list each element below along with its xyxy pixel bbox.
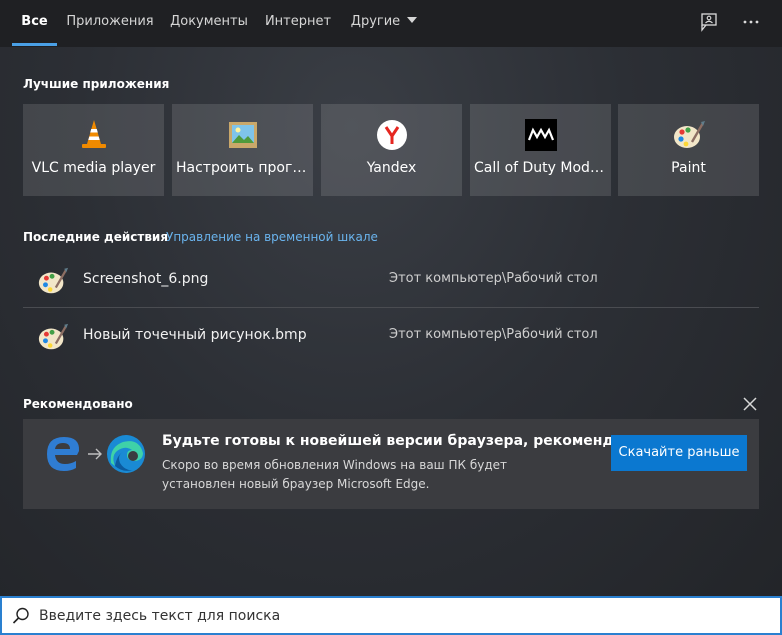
app-tile-customize[interactable]: Настроить прогр... — [172, 104, 313, 196]
edge-icon — [107, 435, 145, 473]
download-early-button[interactable]: Скачайте раньше — [611, 435, 747, 471]
app-tile-call-of-duty[interactable]: Call of Duty Mode... — [470, 104, 611, 196]
app-tile-label: Настроить прогр... — [176, 160, 309, 176]
search-input[interactable] — [39, 603, 759, 629]
recent-activities-title: Последние действия — [23, 230, 169, 244]
search-tabs-bar: Все Приложения Документы Интернет Другие — [0, 0, 782, 47]
recommended-title: Рекомендовано — [23, 397, 133, 411]
tab-other[interactable]: Другие — [346, 0, 422, 47]
recent-item-name: Новый точечный рисунок.bmp — [83, 327, 307, 343]
app-tile-label: Paint — [671, 160, 706, 176]
recommendation-title: Будьте готовы к новейшей версии браузера… — [162, 433, 640, 449]
recommendation-card: Будьте готовы к новейшей версии браузера… — [23, 419, 759, 509]
vlc-icon — [81, 120, 106, 148]
search-bar — [0, 596, 782, 635]
app-tile-yandex[interactable]: Yandex — [321, 104, 462, 196]
tab-all[interactable]: Все — [12, 0, 57, 47]
picture-icon — [228, 122, 257, 148]
feedback-icon[interactable] — [697, 10, 721, 34]
search-icon — [12, 607, 29, 624]
tab-documents[interactable]: Документы — [168, 0, 250, 47]
tab-other-label: Другие — [350, 14, 401, 29]
recent-item-path: Этот компьютер\Рабочий стол — [389, 271, 598, 286]
tab-apps[interactable]: Приложения — [64, 0, 156, 47]
app-tile-vlc[interactable]: VLC media player — [23, 104, 164, 196]
recent-item[interactable]: Новый точечный рисунок.bmp Этот компьюте… — [23, 309, 759, 363]
chevron-down-icon — [407, 17, 418, 23]
app-tile-label: VLC media player — [31, 160, 156, 176]
recent-item-name: Screenshot_6.png — [83, 271, 209, 287]
divider — [23, 307, 759, 308]
tab-internet[interactable]: Интернет — [262, 0, 334, 47]
paint-icon — [38, 323, 69, 350]
paint-icon — [38, 267, 69, 294]
edge-legacy-icon — [47, 437, 80, 471]
app-tile-label: Yandex — [366, 160, 417, 176]
app-tile-label: Call of Duty Mode... — [474, 160, 607, 176]
close-icon[interactable] — [741, 395, 759, 413]
call-of-duty-icon — [524, 119, 557, 151]
recommendation-body: Скоро во время обновления Windows на ваш… — [162, 458, 508, 491]
top-apps-title: Лучшие приложения — [23, 77, 170, 91]
recent-item[interactable]: Screenshot_6.png Этот компьютер\Рабочий … — [23, 253, 759, 307]
yandex-icon — [376, 120, 407, 150]
paint-icon — [673, 121, 705, 148]
more-options-icon[interactable] — [739, 10, 763, 34]
recent-item-path: Этот компьютер\Рабочий стол — [389, 327, 598, 342]
arrow-right-icon — [88, 448, 102, 460]
app-tile-paint[interactable]: Paint — [618, 104, 759, 196]
timeline-manage-link[interactable]: Управление на временной шкале — [166, 230, 378, 244]
